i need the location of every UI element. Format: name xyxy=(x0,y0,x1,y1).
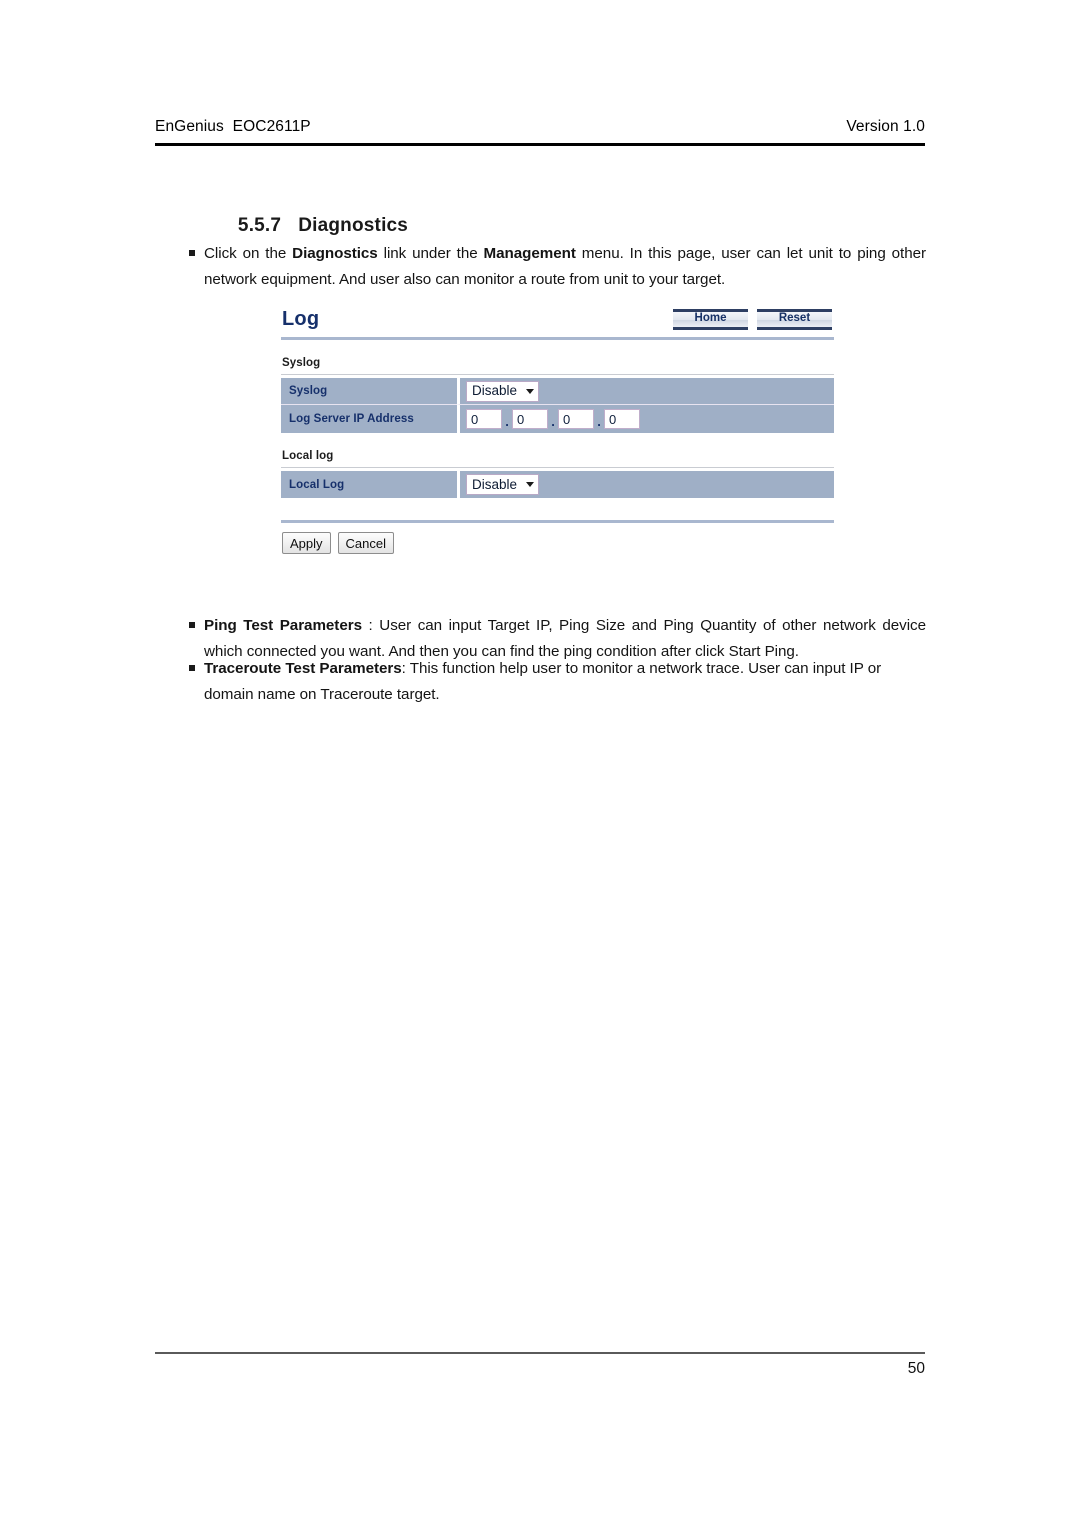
local-log-select[interactable]: Disable xyxy=(466,474,540,495)
page-number: 50 xyxy=(907,1360,925,1377)
bullet-marker-icon xyxy=(189,656,204,681)
ui-nav-buttons: Home Reset xyxy=(673,308,834,330)
document-page: EnGenius EOC2611P Version 1.0 5.5.7 Diagn… xyxy=(0,0,1080,1527)
row-value-syslog: Disable xyxy=(457,378,834,405)
syslog-form-table: Syslog Disable Log Server IP Address . . xyxy=(281,378,834,433)
router-ui-screenshot: Log Home Reset Syslog Syslog Disable Log… xyxy=(281,302,834,554)
header-version-label: Version 1.0 xyxy=(846,118,925,135)
header-product-label: EnGenius EOC2611P xyxy=(155,118,311,135)
ip-octet-3[interactable] xyxy=(558,409,594,429)
bullet-traceroute-text: Traceroute Test Parameters: This functio… xyxy=(204,656,926,707)
syslog-select-value: Disable xyxy=(472,383,518,399)
ui-panel-title: Log xyxy=(282,308,320,330)
bullet-marker-icon xyxy=(189,613,204,638)
table-row: Syslog Disable xyxy=(281,378,834,405)
group-heading-syslog: Syslog xyxy=(282,357,321,369)
apply-button[interactable]: Apply xyxy=(282,532,331,554)
chevron-down-icon xyxy=(526,482,535,487)
traceroute-bold-label: Traceroute Test Parameters xyxy=(204,660,402,677)
intro-lead: Click on the xyxy=(204,245,293,262)
bullet-intro-text: Click on the Diagnostics link under the … xyxy=(204,241,926,292)
chevron-down-icon xyxy=(526,388,535,394)
intro-bold-diagnostics: Diagnostics xyxy=(292,245,378,262)
footer-divider xyxy=(155,1352,925,1354)
ui-action-buttons: Apply Cancel xyxy=(281,523,834,554)
section-number: 5.5.7 xyxy=(237,215,282,236)
intro-bold-management: Management xyxy=(483,245,576,262)
ip-separator-1: . xyxy=(505,414,509,429)
bullet-intro: Click on the Diagnostics link under the … xyxy=(189,241,929,292)
row-label-local-log: Local Log xyxy=(281,471,457,498)
local-log-form-table: Local Log Disable xyxy=(281,471,834,498)
group-divider-syslog xyxy=(281,374,834,375)
row-label-syslog: Syslog xyxy=(281,378,457,405)
reset-button[interactable]: Reset xyxy=(757,308,832,330)
row-value-local-log: Disable xyxy=(457,471,834,498)
ui-title-bar: Log Home Reset xyxy=(281,302,834,336)
section-title-text: Diagnostics xyxy=(298,215,409,236)
group-divider-local-log xyxy=(281,467,834,468)
local-log-select-value: Disable xyxy=(472,476,518,492)
row-value-log-server-ip: . . . xyxy=(457,405,834,433)
group-heading-local-log: Local log xyxy=(282,450,334,462)
ip-octet-1[interactable] xyxy=(466,409,502,429)
bullet-marker-icon xyxy=(189,241,204,266)
header-divider xyxy=(155,143,925,146)
ip-separator-2: . xyxy=(551,414,555,429)
ip-octet-4[interactable] xyxy=(604,409,640,429)
intro-mid: link under the xyxy=(377,245,484,262)
ip-separator-3: . xyxy=(597,414,601,429)
ip-octet-2[interactable] xyxy=(512,409,548,429)
row-label-log-server-ip: Log Server IP Address xyxy=(281,405,457,433)
cancel-button[interactable]: Cancel xyxy=(337,532,394,554)
syslog-select[interactable]: Disable xyxy=(466,380,540,402)
bullet-traceroute: Traceroute Test Parameters: This functio… xyxy=(189,656,929,707)
home-button[interactable]: Home xyxy=(673,308,748,330)
document-header: EnGenius EOC2611P Version 1.0 xyxy=(155,118,925,136)
log-server-ip-group: . . . xyxy=(466,406,833,432)
ping-bold-label: Ping Test Parameters xyxy=(204,617,362,634)
table-row: Log Server IP Address . . . xyxy=(281,405,834,433)
table-row: Local Log Disable xyxy=(281,471,834,498)
